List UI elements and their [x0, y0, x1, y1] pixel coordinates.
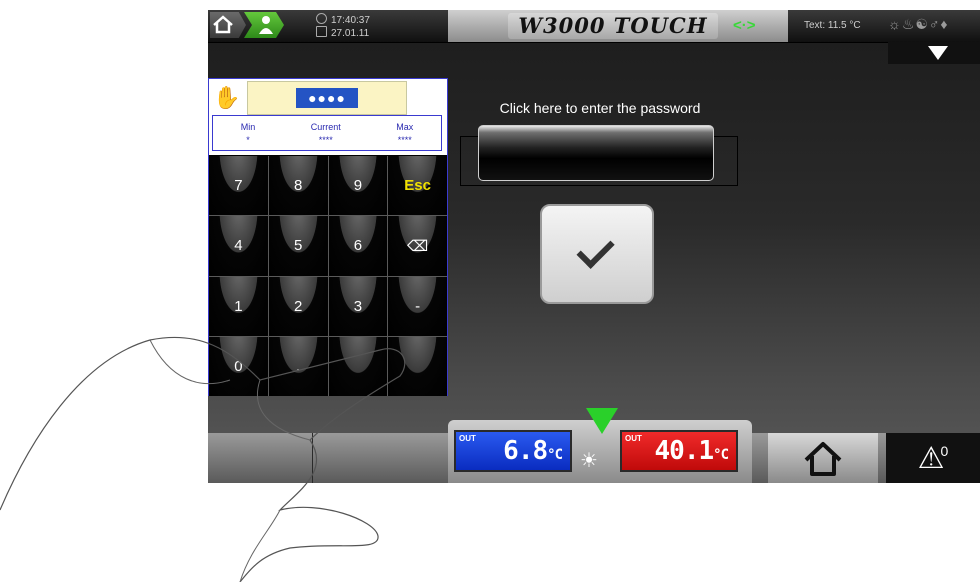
- home-icon: [213, 15, 233, 34]
- password-display: ●●●●: [247, 81, 407, 115]
- key-backspace[interactable]: ⌫: [388, 216, 447, 276]
- cold-temp-value: 6.8: [503, 436, 548, 466]
- key-minus[interactable]: -: [388, 276, 447, 336]
- password-dots: ●●●●: [296, 88, 358, 108]
- brand-logo: W3000 TOUCH: [508, 13, 718, 39]
- home-tab[interactable]: [210, 12, 246, 38]
- external-temperature: Text: 11.5 °C: [804, 20, 861, 31]
- key-decimal[interactable]: .: [268, 336, 328, 396]
- key-5[interactable]: 5: [268, 216, 328, 276]
- limits-box: Min * Current **** Max ****: [212, 115, 442, 151]
- alarm-button[interactable]: ⚠ 0: [886, 433, 980, 483]
- key-2[interactable]: 2: [268, 276, 328, 336]
- out-label: OUT: [459, 434, 476, 443]
- bottom-segment[interactable]: [312, 433, 449, 483]
- keypad-keys: 7 8 9 Esc 4 5 6 ⌫ 1 2 3 - 0 .: [209, 156, 447, 396]
- clock: 17:40:37 27.01.11: [316, 13, 370, 39]
- cold-temp-unit: °C: [547, 447, 563, 463]
- key-0[interactable]: 0: [209, 336, 268, 396]
- max-label: Max: [396, 122, 414, 132]
- hand-icon: ✋: [213, 85, 241, 110]
- key-9[interactable]: 9: [328, 156, 388, 216]
- min-value: *: [246, 135, 250, 145]
- home-button[interactable]: [768, 433, 878, 483]
- hmi-screen: 17:40:37 27.01.11 W3000 TOUCH <·> Text: …: [208, 10, 980, 483]
- max-value: ****: [397, 135, 412, 145]
- time-text: 17:40:37: [331, 15, 370, 26]
- confirm-button[interactable]: [540, 204, 654, 304]
- current-value: ****: [318, 135, 333, 145]
- mode-indicator-arrow-icon: [586, 408, 618, 434]
- outlet-temp-cold[interactable]: OUT 6.8°C: [454, 430, 572, 472]
- key-7[interactable]: 7: [209, 156, 268, 216]
- key-8[interactable]: 8: [268, 156, 328, 216]
- key-1[interactable]: 1: [209, 276, 268, 336]
- bottom-segment[interactable]: [208, 433, 313, 483]
- alarm-count: 0: [940, 443, 949, 459]
- current-label: Current: [310, 122, 341, 132]
- checkmark-icon: [576, 230, 615, 269]
- hot-temp-unit: °C: [713, 447, 729, 463]
- status-icons[interactable]: ☼♨☯♂♦: [888, 16, 949, 33]
- home-icon: [804, 442, 842, 476]
- outlet-temp-hot[interactable]: OUT 40.1°C: [620, 430, 738, 472]
- clock-icon: [316, 13, 327, 24]
- key-esc[interactable]: Esc: [388, 156, 447, 216]
- password-prompt: Click here to enter the password: [499, 100, 701, 116]
- numeric-keypad: ✋ ●●●● Min * Current **** Max **** 7 8 9 Es…: [208, 78, 448, 396]
- password-field[interactable]: [478, 125, 714, 181]
- connection-icon: <·>: [733, 17, 756, 34]
- date-text: 27.01.11: [331, 28, 370, 39]
- user-icon: [259, 16, 273, 34]
- calendar-icon: [316, 26, 327, 37]
- user-tab[interactable]: [244, 12, 284, 38]
- out-label: OUT: [625, 434, 642, 443]
- dropdown-arrow-icon[interactable]: [928, 46, 948, 60]
- key-blank[interactable]: [328, 336, 388, 396]
- keypad-header: ✋ ●●●● Min * Current **** Max ****: [209, 79, 447, 155]
- key-3[interactable]: 3: [328, 276, 388, 336]
- top-bar: 17:40:37 27.01.11 W3000 TOUCH <·> Text: …: [208, 10, 980, 43]
- min-label: Min: [240, 122, 256, 132]
- hot-temp-value: 40.1: [654, 436, 715, 466]
- key-6[interactable]: 6: [328, 216, 388, 276]
- key-enter[interactable]: [388, 336, 447, 396]
- key-4[interactable]: 4: [209, 216, 268, 276]
- sun-snow-mode-icon: ☀: [580, 450, 598, 472]
